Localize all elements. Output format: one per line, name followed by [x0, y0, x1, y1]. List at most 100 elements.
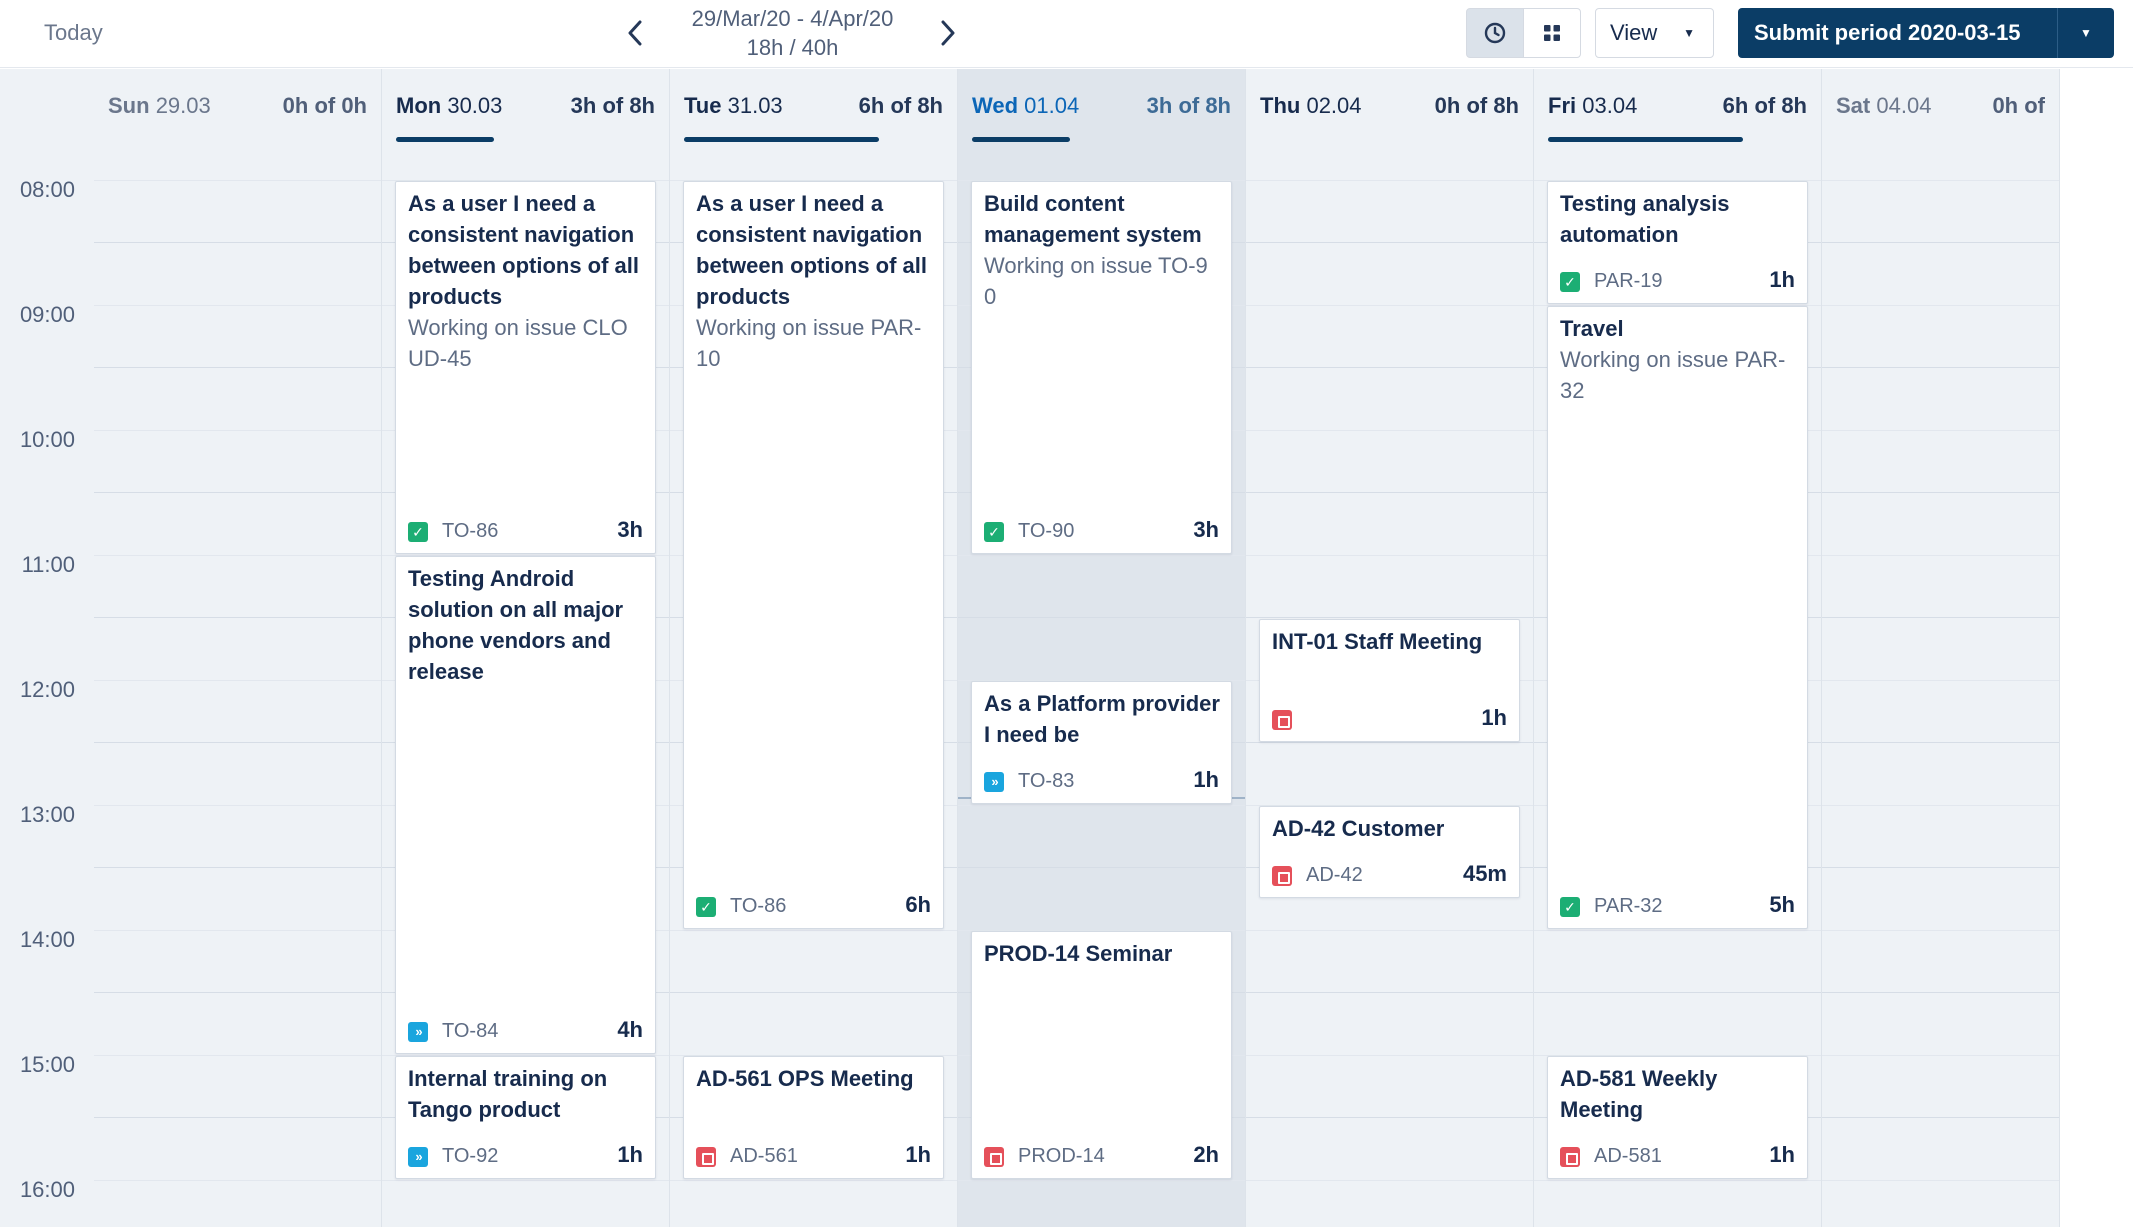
worklog-card[interactable]: As a user I need a consistent navigation…	[683, 181, 944, 929]
day-of-week: Sat	[1836, 93, 1871, 118]
issue-key[interactable]: AD-42	[1306, 864, 1363, 887]
day-column-thu[interactable]: Thu 02.04 0h of 8h INT-01 Staff Meeting 1h A…	[1246, 69, 1534, 1227]
hour-label: 15:00	[19, 1052, 75, 1077]
issue-key[interactable]: TO-83	[1018, 770, 1074, 793]
worklog-duration: 1h	[1769, 1142, 1795, 1167]
day-date: 01.04	[1024, 93, 1080, 118]
day-logged-hours: 0h of 0h	[282, 93, 367, 118]
worklog-description: Working on issue TO-90	[984, 253, 1208, 309]
issue-key[interactable]: PAR-19	[1594, 270, 1663, 293]
issue-key[interactable]: TO-86	[442, 520, 498, 543]
day-date: 31.03	[727, 93, 783, 118]
task-issue-icon: ✓	[984, 522, 1004, 542]
day-name: Thu 02.04	[1260, 93, 1362, 119]
worklog-card[interactable]: PROD-14 Seminar PROD-14 2h	[971, 931, 1232, 1179]
grid-line	[1246, 617, 1533, 618]
issue-key[interactable]: AD-561	[730, 1145, 798, 1168]
grid-line	[94, 1054, 381, 1056]
grid-line	[1246, 429, 1533, 431]
worklog-card[interactable]: As a user I need a consistent navigation…	[395, 181, 656, 554]
grid-view-button[interactable]	[1523, 8, 1581, 58]
day-of-week: Sun	[108, 93, 150, 118]
worklog-card[interactable]: As a Platform provider I need be » TO-83 1h	[971, 681, 1232, 804]
day-header: Tue 31.03 6h of 8h	[670, 69, 957, 142]
issue-key[interactable]: TO-84	[442, 1020, 498, 1043]
worklog-title: Travel	[1560, 316, 1624, 341]
worklog-card[interactable]: AD-561 OPS Meeting AD-561 1h	[683, 1056, 944, 1179]
day-name: Wed 01.04	[972, 93, 1079, 119]
issue-key[interactable]: PAR-32	[1594, 895, 1663, 918]
grid-line	[1822, 1117, 2059, 1118]
worklog-card[interactable]: Testing Android solution on all major ph…	[395, 556, 656, 1054]
worklog-title: As a user I need a consistent navigation…	[696, 191, 928, 309]
grid-line	[94, 867, 381, 868]
day-column-tue[interactable]: Tue 31.03 6h of 8h As a user I need a cons…	[670, 69, 958, 1227]
task-issue-icon: ✓	[1560, 272, 1580, 292]
bug-issue-icon	[696, 1147, 716, 1167]
worklog-duration: 4h	[617, 1017, 643, 1042]
day-date: 04.04	[1876, 93, 1932, 118]
grid-line	[1822, 992, 2059, 993]
worklog-card[interactable]: AD-581 Weekly Meeting AD-581 1h	[1547, 1056, 1808, 1179]
worklog-footer: AD-581 1h	[1560, 1142, 1795, 1170]
grid-icon	[1544, 25, 1560, 41]
submit-period-button[interactable]: Submit period 2020-03-15 ▼	[1738, 8, 2114, 58]
task-issue-icon: ✓	[696, 897, 716, 917]
worklog-title: Testing analysis automation	[1560, 191, 1730, 247]
worklog-description: Working on issue CLOUD-45	[408, 315, 628, 371]
chevron-right-icon	[941, 20, 955, 46]
grid-line	[1246, 179, 1533, 181]
worklog-card[interactable]: AD-42 Customer AD-42 45m	[1259, 806, 1520, 898]
worklog-footer: ✓ TO-86 6h	[696, 892, 931, 920]
worklog-card[interactable]: Testing analysis automation ✓ PAR-19 1h	[1547, 181, 1808, 304]
worklog-footer: ✓ PAR-19 1h	[1560, 267, 1795, 295]
bug-issue-icon	[1560, 1147, 1580, 1167]
day-of-week: Fri	[1548, 93, 1577, 118]
story-issue-icon: »	[408, 1022, 428, 1042]
bug-issue-icon	[984, 1147, 1004, 1167]
day-name: Sun 29.03	[108, 93, 211, 119]
view-dropdown[interactable]: View ▼	[1595, 8, 1714, 58]
worklog-card[interactable]: Travel Working on issue PAR-32 ✓ PAR-32 5h	[1547, 306, 1808, 929]
previous-period-button[interactable]	[615, 12, 655, 54]
issue-key[interactable]: TO-90	[1018, 520, 1074, 543]
worklog-footer: AD-561 1h	[696, 1142, 931, 1170]
worklog-card[interactable]: INT-01 Staff Meeting 1h	[1259, 618, 1520, 742]
grid-line	[94, 242, 381, 243]
worklog-card[interactable]: Build content management system Working o…	[971, 181, 1232, 554]
issue-key[interactable]: PROD-14	[1018, 1145, 1105, 1168]
grid-line	[1246, 242, 1533, 243]
issue-key[interactable]: TO-92	[442, 1145, 498, 1168]
worklog-duration: 45m	[1462, 860, 1507, 886]
day-column-wed[interactable]: Wed 01.04 3h of 8h Build content managemen…	[958, 69, 1246, 1227]
day-column-mon[interactable]: Mon 30.03 3h of 8h As a user I need a cons…	[382, 69, 670, 1227]
worklog-title: AD-581 Weekly Meeting	[1560, 1066, 1718, 1122]
grid-line	[1822, 367, 2059, 368]
grid-line	[1822, 679, 2059, 681]
worklog-card[interactable]: Internal training on Tango product » TO-92…	[395, 1056, 656, 1179]
day-date: 29.03	[155, 93, 211, 118]
next-period-button[interactable]	[928, 12, 968, 54]
grid-line	[670, 929, 957, 931]
day-column-fri[interactable]: Fri 03.04 6h of 8h Testing analysis automa…	[1534, 69, 1822, 1227]
day-progress-bar	[684, 137, 879, 142]
week-calendar: 08:00 09:00 10:00 11:00 12:00 13:00 14:00 15:00…	[0, 69, 2133, 1227]
worklog-footer: » TO-83 1h	[984, 767, 1219, 795]
caret-down-icon[interactable]: ▼	[2058, 8, 2114, 58]
day-column-sun[interactable]: Sun 29.03 0h of 0h	[94, 69, 382, 1227]
grid-line	[1822, 429, 2059, 431]
issue-key[interactable]: TO-86	[730, 895, 786, 918]
worklog-duration: 1h	[1769, 267, 1795, 292]
grid-line	[1246, 492, 1533, 493]
chevron-left-icon	[628, 20, 642, 46]
clock-view-button[interactable]	[1466, 8, 1524, 58]
day-name: Mon 30.03	[396, 93, 502, 119]
day-of-week: Tue	[684, 93, 722, 118]
caret-down-icon: ▼	[1683, 26, 1695, 40]
timesheet-app: Today 29/Mar/20 - 4/Apr/20 18h / 40h Vie…	[0, 0, 2133, 1227]
day-column-sat[interactable]: Sat 04.04 0h of	[1822, 69, 2060, 1227]
today-button[interactable]: Today	[32, 14, 115, 52]
day-logged-hours: 3h of 8h	[570, 93, 655, 118]
issue-key[interactable]: AD-581	[1594, 1145, 1662, 1168]
worklog-footer: AD-42 45m	[1272, 860, 1507, 889]
